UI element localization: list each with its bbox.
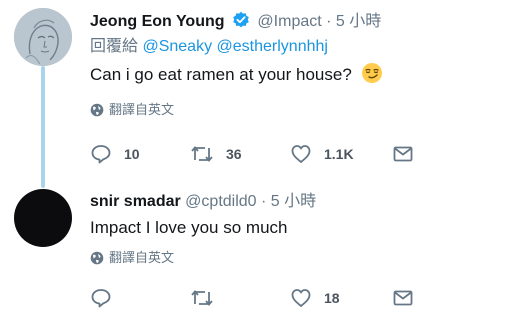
- tweet-text-content: Impact I love you so much: [90, 218, 288, 237]
- direct-message-button[interactable]: [392, 142, 414, 166]
- retweet-button[interactable]: 36: [190, 142, 242, 166]
- like-button[interactable]: 18: [290, 286, 340, 310]
- separator-dot: ·: [261, 193, 267, 210]
- mention-link[interactable]: @Sneaky: [142, 38, 212, 55]
- reply-icon: [91, 289, 111, 308]
- avatar[interactable]: [14, 189, 72, 247]
- tweet-text-content: Can i go eat ramen at your house?: [90, 65, 352, 84]
- tweet-header: Jeong Eon Young @Impact · 5 小時: [90, 10, 512, 34]
- reply-icon: [91, 145, 111, 164]
- verified-badge-icon: [232, 11, 250, 37]
- thread-connector-line: [41, 66, 45, 188]
- like-count: 1.1K: [324, 146, 354, 162]
- tweet-actions: 10 36 1.1K: [90, 142, 420, 166]
- timestamp[interactable]: 5 小時: [271, 193, 316, 210]
- display-name[interactable]: Jeong Eon Young: [90, 13, 225, 30]
- timestamp[interactable]: 5 小時: [336, 13, 381, 30]
- translate-label: 翻譯自英文: [109, 250, 175, 265]
- avatar-sketch-image: [14, 8, 72, 66]
- user-handle[interactable]: @Impact: [257, 13, 321, 30]
- retweet-icon: [191, 290, 213, 306]
- replying-label: 回覆給: [90, 38, 139, 55]
- like-button[interactable]: 1.1K: [290, 142, 354, 166]
- globe-icon: [90, 251, 104, 265]
- user-handle[interactable]: @cptdild0: [185, 193, 256, 210]
- retweet-button[interactable]: [190, 286, 214, 310]
- translate-tweet[interactable]: 翻譯自英文: [90, 249, 512, 267]
- reply-button[interactable]: 10: [90, 142, 140, 166]
- replying-to: 回覆給 @Sneaky @estherlynnhhj: [90, 36, 512, 58]
- tweet-jeong-eon-young[interactable]: Jeong Eon Young @Impact · 5 小時 回覆給 @Snea…: [90, 10, 512, 119]
- display-name[interactable]: snir smadar: [90, 193, 181, 210]
- like-count: 18: [324, 290, 340, 306]
- like-icon: [291, 289, 311, 307]
- mention-link[interactable]: @estherlynnhhj: [217, 38, 328, 55]
- retweet-icon: [191, 146, 213, 162]
- tweet-header: snir smadar @cptdild0 · 5 小時: [90, 190, 512, 214]
- tweet-actions: 18: [90, 286, 420, 310]
- globe-icon: [90, 103, 104, 117]
- reply-count: 10: [124, 146, 140, 162]
- translate-label: 翻譯自英文: [109, 102, 175, 117]
- reply-button[interactable]: [90, 286, 112, 310]
- smirk-emoji-icon: [361, 62, 383, 91]
- translate-tweet[interactable]: 翻譯自英文: [90, 101, 512, 119]
- direct-message-button[interactable]: [392, 286, 414, 310]
- retweet-count: 36: [226, 146, 242, 162]
- separator-dot: ·: [326, 13, 332, 30]
- direct-message-icon: [393, 290, 413, 306]
- avatar[interactable]: [14, 8, 72, 66]
- tweet-snir-smadar[interactable]: snir smadar @cptdild0 · 5 小時 Impact I lo…: [90, 190, 512, 267]
- tweet-text: Impact I love you so much: [90, 216, 512, 240]
- tweet-text: Can i go eat ramen at your house?: [90, 62, 512, 91]
- direct-message-icon: [393, 146, 413, 162]
- like-icon: [291, 145, 311, 163]
